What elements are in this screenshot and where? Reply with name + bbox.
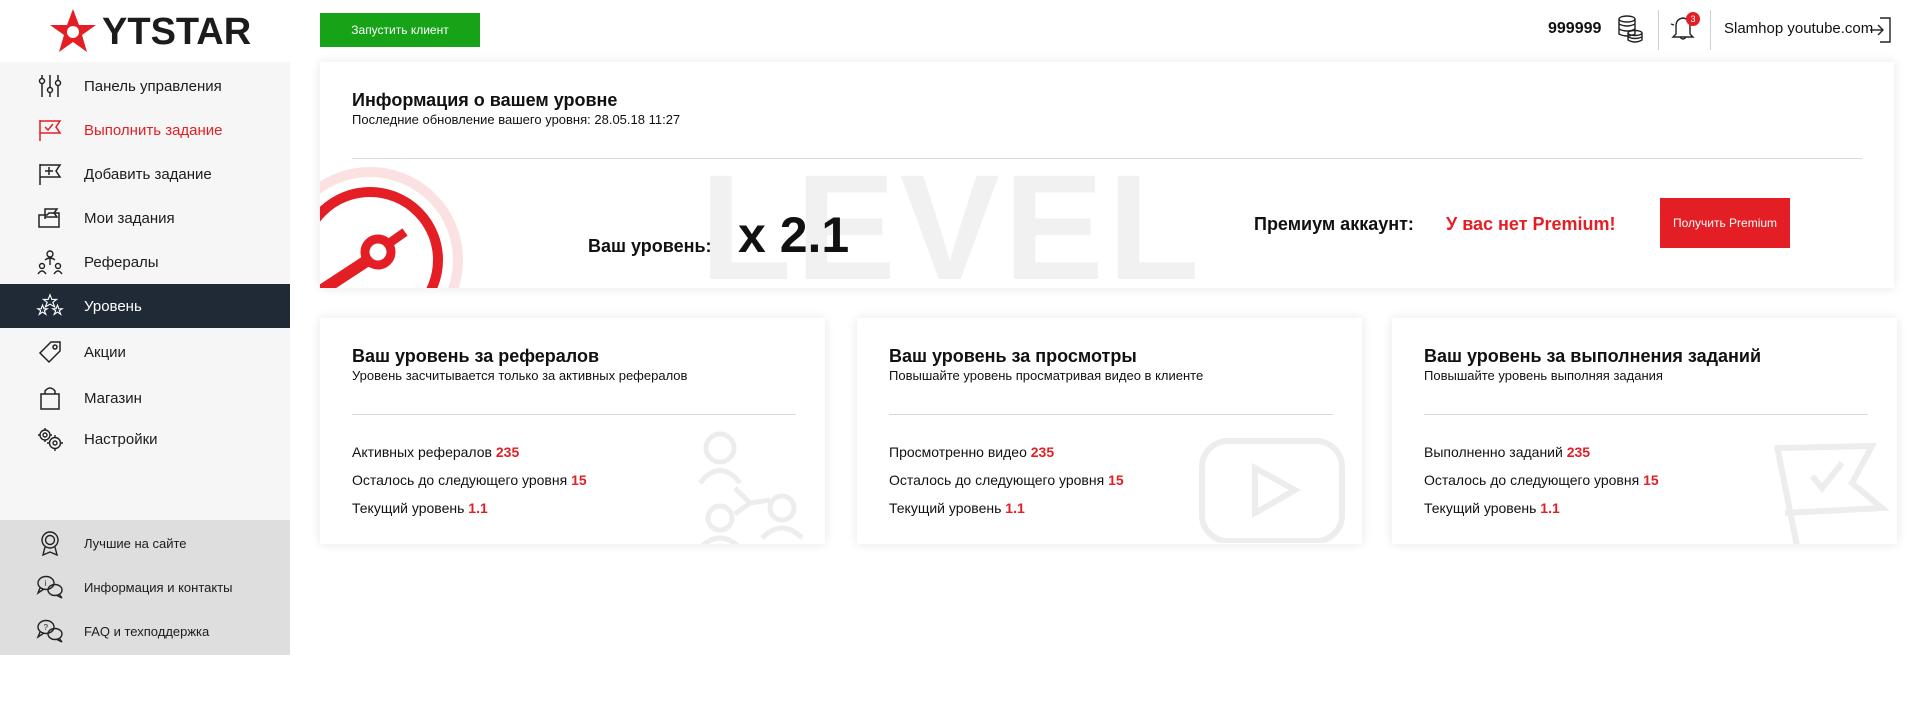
referrals-icon <box>698 431 804 544</box>
sidebar-item-label: Рефералы <box>84 253 159 271</box>
stat-line: Текущий уровень 1.1 <box>889 500 1025 516</box>
divider <box>889 414 1333 415</box>
sidebar: YTSTAR Панель управления Выполнить задан… <box>0 0 290 704</box>
gears-icon <box>36 425 64 453</box>
sidebar-item-add-task[interactable]: Добавить задание <box>0 152 290 196</box>
sidebar-item-top-users[interactable]: Лучшие на сайте <box>0 521 290 565</box>
sidebar-item-label: Добавить задание <box>84 165 212 183</box>
sidebar-nav: Панель управления Выполнить задание Доба… <box>0 62 290 520</box>
premium-label: Премиум аккаунт: <box>1254 214 1414 234</box>
stat-line: Активных рефералов 235 <box>352 444 520 460</box>
play-video-icon <box>1199 438 1345 543</box>
level-value: x 2.1 <box>738 207 850 263</box>
sidebar-item-my-tasks[interactable]: Мои задания <box>0 196 290 240</box>
level-info-card: Информация о вашем уровне Последние обно… <box>320 62 1894 288</box>
stat-line: Текущий уровень 1.1 <box>352 500 488 516</box>
tasks-level-card: Ваш уровень за выполнения заданий Повыша… <box>1392 318 1897 544</box>
premium-status: У вас нет Premium! <box>1446 214 1616 234</box>
faq-chat-icon: ? <box>36 617 64 645</box>
referrals-icon <box>36 248 64 276</box>
svg-text:?: ? <box>44 623 49 632</box>
star-logo-icon <box>50 9 96 52</box>
balance-value: 999999 <box>1548 20 1602 37</box>
stat-line: Выполненно заданий 235 <box>1424 444 1591 460</box>
sidebar-item-settings[interactable]: Настройки <box>0 417 290 461</box>
username[interactable]: Slamhop youtube.com <box>1724 20 1873 37</box>
flag-check-icon <box>1774 442 1890 544</box>
logo-text: YTSTAR <box>102 10 252 53</box>
level-card-subtitle: Последние обновление вашего уровня: 28.0… <box>352 112 681 127</box>
card-title: Ваш уровень за рефералов <box>352 346 600 366</box>
card-subtitle: Уровень засчитывается только за активных… <box>352 368 688 383</box>
sidebar-item-label: Настройки <box>84 430 158 448</box>
gauge-icon <box>320 167 463 288</box>
stars-icon <box>36 292 64 320</box>
sidebar-item-label: Уровень <box>84 297 142 315</box>
sidebar-item-faq[interactable]: ? FAQ и техподдержка <box>0 609 290 653</box>
sidebar-item-do-task[interactable]: Выполнить задание <box>0 108 290 152</box>
card-title: Ваш уровень за просмотры <box>889 346 1137 366</box>
svg-text:i: i <box>45 579 47 588</box>
sidebar-item-label: Лучшие на сайте <box>84 535 187 551</box>
stat-line: Осталось до следующего уровня 15 <box>352 472 587 488</box>
tag-icon <box>36 338 64 366</box>
sidebar-item-label: Магазин <box>84 389 142 407</box>
logout-icon[interactable] <box>1868 16 1894 49</box>
sidebar-item-level[interactable]: Уровень <box>0 284 290 328</box>
sidebar-item-label: Панель управления <box>84 77 222 95</box>
views-level-card: Ваш уровень за просмотры Повышайте урове… <box>857 318 1362 544</box>
stat-line: Осталось до следующего уровня 15 <box>889 472 1124 488</box>
info-chat-icon: i <box>36 573 64 601</box>
card-title: Ваш уровень за выполнения заданий <box>1424 346 1762 366</box>
sidebar-item-label: FAQ и техподдержка <box>84 623 210 639</box>
sidebar-item-label: Акции <box>84 343 126 361</box>
card-subtitle: Повышайте уровень выполняя задания <box>1424 368 1663 383</box>
header-divider <box>1710 10 1711 50</box>
sidebar-bottom: Лучшие на сайте i Информация и контакты … <box>0 520 290 655</box>
level-card-title: Информация о вашем уровне <box>352 90 618 110</box>
award-icon <box>36 529 64 557</box>
sidebar-item-label: Мои задания <box>84 209 175 227</box>
sidebar-item-shop[interactable]: Магазин <box>0 376 290 420</box>
sidebar-item-dashboard[interactable]: Панель управления <box>0 64 290 108</box>
level-label: Ваш уровень: <box>588 236 712 256</box>
notification-badge: 3 <box>1686 12 1700 26</box>
stat-line: Просмотренно видео 235 <box>889 444 1055 460</box>
sidebar-item-info[interactable]: i Информация и контакты <box>0 565 290 609</box>
card-subtitle: Повышайте уровень просматривая видео в к… <box>889 368 1204 383</box>
launch-client-button[interactable]: Запустить клиент <box>320 13 480 47</box>
bag-icon <box>36 384 64 412</box>
referrals-level-card: Ваш уровень за рефералов Уровень засчиты… <box>320 318 825 544</box>
get-premium-button[interactable]: Получить Premium <box>1660 198 1790 248</box>
sliders-icon <box>36 72 64 100</box>
divider <box>352 414 796 415</box>
stat-line: Текущий уровень 1.1 <box>1424 500 1560 516</box>
sidebar-item-promotions[interactable]: Акции <box>0 330 290 374</box>
sidebar-item-label: Информация и контакты <box>84 579 233 595</box>
sidebar-item-label: Выполнить задание <box>84 121 223 139</box>
stat-line: Осталось до следующего уровня 15 <box>1424 472 1659 488</box>
logo[interactable]: YTSTAR <box>48 6 251 58</box>
coins-icon <box>1616 14 1644 49</box>
flag-check-icon <box>36 116 64 144</box>
flag-plus-icon <box>36 160 64 188</box>
folder-flag-icon <box>36 204 64 232</box>
sidebar-item-referrals[interactable]: Рефералы <box>0 240 290 284</box>
divider <box>1424 414 1868 415</box>
header-divider <box>1658 10 1659 50</box>
